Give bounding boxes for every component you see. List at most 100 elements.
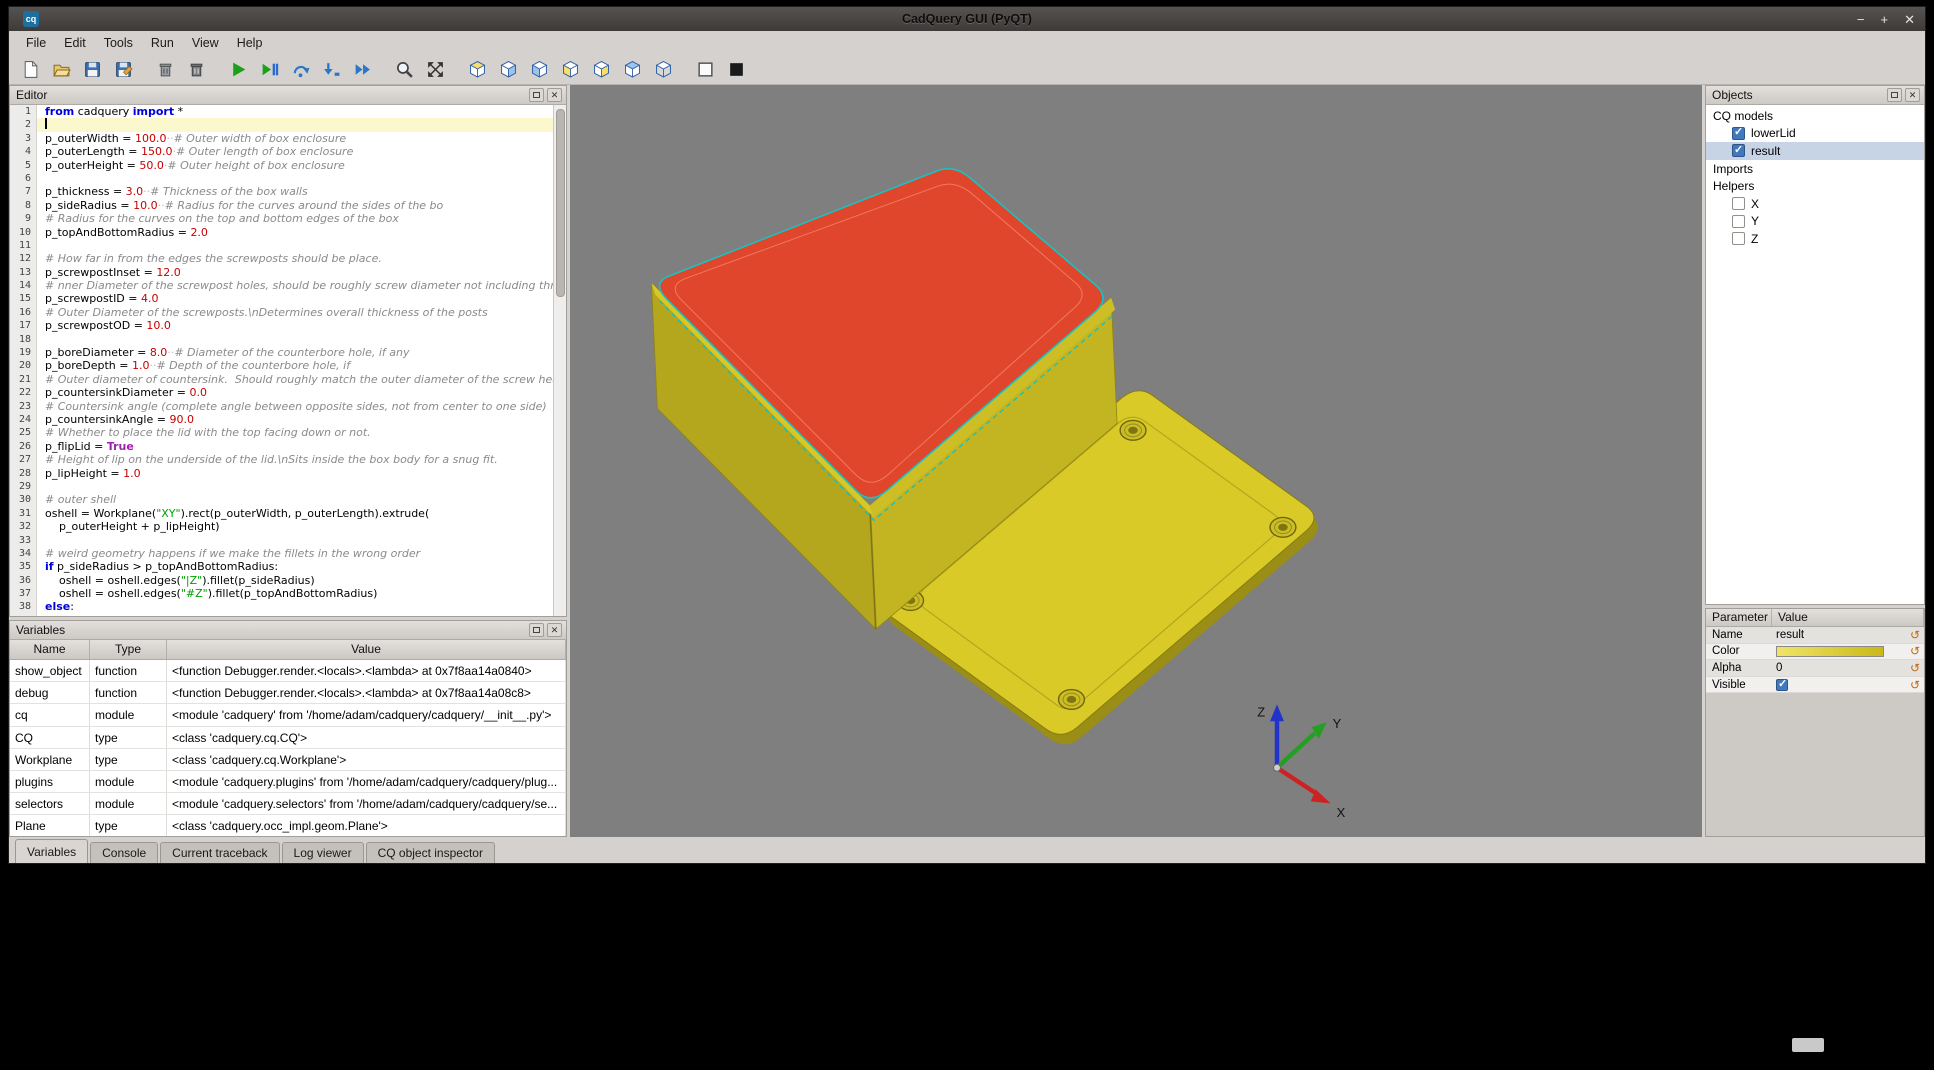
view-bottom-button[interactable] [650, 56, 676, 82]
param-header-row: ParameterValue [1706, 609, 1924, 627]
delete-button[interactable] [183, 56, 209, 82]
variables-header-row: NameTypeValue [10, 640, 566, 660]
code-line-13: p_screwpostInset = 12.0 [37, 266, 553, 279]
variables-row-cq[interactable]: CQtype<class 'cadquery.cq.CQ'> [10, 727, 566, 749]
checkbox-x[interactable] [1732, 197, 1745, 210]
minimize-button[interactable]: − [1857, 13, 1865, 26]
render-button[interactable] [225, 56, 251, 82]
editor-code[interactable]: from cadquery import *p_outerWidth = 100… [37, 105, 553, 616]
titlebar[interactable]: cq CadQuery GUI (PyQT) − + ✕ [9, 7, 1925, 31]
reset-icon[interactable]: ↺ [1906, 662, 1924, 674]
checkbox-y[interactable] [1732, 215, 1745, 228]
view-iso-button[interactable] [464, 56, 490, 82]
variables-column-header-value[interactable]: Value [167, 640, 566, 659]
variables-row-show-object[interactable]: show_objectfunction<function Debugger.re… [10, 660, 566, 682]
variables-column-header-type[interactable]: Type [90, 640, 167, 659]
reset-icon[interactable]: ↺ [1906, 679, 1924, 691]
save-button[interactable] [79, 56, 105, 82]
code-line-11 [37, 239, 553, 252]
zoom-button[interactable] [391, 56, 417, 82]
step-over-icon [291, 60, 310, 79]
variables-row-cq[interactable]: cqmodule<module 'cadquery' from '/home/a… [10, 704, 566, 726]
menu-tools[interactable]: Tools [95, 33, 142, 53]
tree-item-z[interactable]: Z [1706, 230, 1924, 248]
tree-item-cq-models[interactable]: CQ models [1706, 107, 1924, 125]
bottom-tabbar: VariablesConsoleCurrent tracebackLog vie… [9, 837, 1925, 863]
continue-button[interactable] [349, 56, 375, 82]
clear-button[interactable] [152, 56, 178, 82]
editor-float-button[interactable] [529, 88, 544, 102]
tree-label: Y [1751, 214, 1759, 228]
visible-checkbox[interactable] [1776, 679, 1788, 691]
code-line-1: from cadquery import * [37, 105, 553, 118]
editor-scrollbar[interactable] [553, 105, 566, 616]
editor-close-button[interactable]: ✕ [547, 88, 562, 102]
close-button[interactable]: ✕ [1904, 13, 1915, 26]
checkbox-result[interactable] [1732, 144, 1745, 157]
objects-panel: Objects ✕ CQ modelslowerLidresultImports… [1705, 85, 1925, 605]
tab-cq-object-inspector[interactable]: CQ object inspector [366, 842, 495, 863]
table-cell: debug [10, 682, 90, 703]
view-left-button[interactable] [557, 56, 583, 82]
menu-run[interactable]: Run [142, 33, 183, 53]
menu-view[interactable]: View [183, 33, 228, 53]
view-top-button[interactable] [619, 56, 645, 82]
new-button[interactable] [17, 56, 43, 82]
step-into-button[interactable] [318, 56, 344, 82]
tab-current-traceback[interactable]: Current traceback [160, 842, 279, 863]
view-back-button[interactable] [526, 56, 552, 82]
tab-console[interactable]: Console [90, 842, 158, 863]
param-value-visible[interactable] [1772, 679, 1906, 691]
square-filled-button[interactable] [723, 56, 749, 82]
tree-item-y[interactable]: Y [1706, 213, 1924, 231]
variables-float-button[interactable] [529, 623, 544, 637]
variables-close-button[interactable]: ✕ [547, 623, 562, 637]
variables-column-header-name[interactable]: Name [10, 640, 90, 659]
variables-row-workplane[interactable]: Workplanetype<class 'cadquery.cq.Workpla… [10, 749, 566, 771]
3d-viewport[interactable]: Z Y X [570, 85, 1702, 837]
variables-row-selectors[interactable]: selectorsmodule<module 'cadquery.selecto… [10, 793, 566, 815]
tree-item-helpers[interactable]: Helpers [1706, 177, 1924, 195]
variables-row-debug[interactable]: debugfunction<function Debugger.render.<… [10, 682, 566, 704]
tree-item-result[interactable]: result [1706, 142, 1924, 160]
maximize-button[interactable]: + [1881, 13, 1889, 26]
step-over-button[interactable] [287, 56, 313, 82]
code-line-32: p_outerHeight + p_lipHeight) [37, 520, 553, 533]
debug-button[interactable] [256, 56, 282, 82]
save-as-button[interactable] [110, 56, 136, 82]
param-column-header-parameter[interactable]: Parameter [1706, 609, 1772, 626]
code-editor[interactable]: 1234567891011121314151617181920212223242… [10, 105, 566, 616]
reset-icon[interactable]: ↺ [1906, 645, 1924, 657]
tab-log-viewer[interactable]: Log viewer [282, 842, 364, 863]
menu-edit[interactable]: Edit [55, 33, 95, 53]
view-back-icon [530, 60, 549, 79]
tree-item-x[interactable]: X [1706, 195, 1924, 213]
tree-item-lowerlid[interactable]: lowerLid [1706, 125, 1924, 143]
param-value-alpha[interactable]: 0 [1772, 662, 1906, 674]
code-line-18 [37, 333, 553, 346]
param-value-color[interactable] [1772, 646, 1906, 657]
menu-help[interactable]: Help [228, 33, 272, 53]
menu-file[interactable]: File [17, 33, 55, 53]
variables-row-plane[interactable]: Planetype<class 'cadquery.occ_impl.geom.… [10, 815, 566, 836]
objects-close-button[interactable]: ✕ [1905, 88, 1920, 102]
text-caret [45, 118, 47, 129]
variables-row-plugins[interactable]: pluginsmodule<module 'cadquery.plugins' … [10, 771, 566, 793]
editor-scrollbar-thumb[interactable] [556, 109, 565, 297]
open-button[interactable] [48, 56, 74, 82]
view-iso-icon [468, 60, 487, 79]
checkbox-z[interactable] [1732, 232, 1745, 245]
tab-variables[interactable]: Variables [15, 839, 88, 863]
view-right-button[interactable] [588, 56, 614, 82]
fit-all-button[interactable] [422, 56, 448, 82]
param-column-header-value[interactable]: Value [1772, 609, 1924, 626]
checkbox-lowerlid[interactable] [1732, 127, 1745, 140]
reset-icon[interactable]: ↺ [1906, 629, 1924, 641]
objects-panel-title: Objects [1712, 88, 1887, 102]
tree-item-imports[interactable]: Imports [1706, 160, 1924, 178]
square-outline-button[interactable] [692, 56, 718, 82]
param-value-name[interactable]: result [1772, 629, 1906, 641]
view-front-button[interactable] [495, 56, 521, 82]
color-swatch[interactable] [1776, 646, 1884, 657]
objects-float-button[interactable] [1887, 88, 1902, 102]
